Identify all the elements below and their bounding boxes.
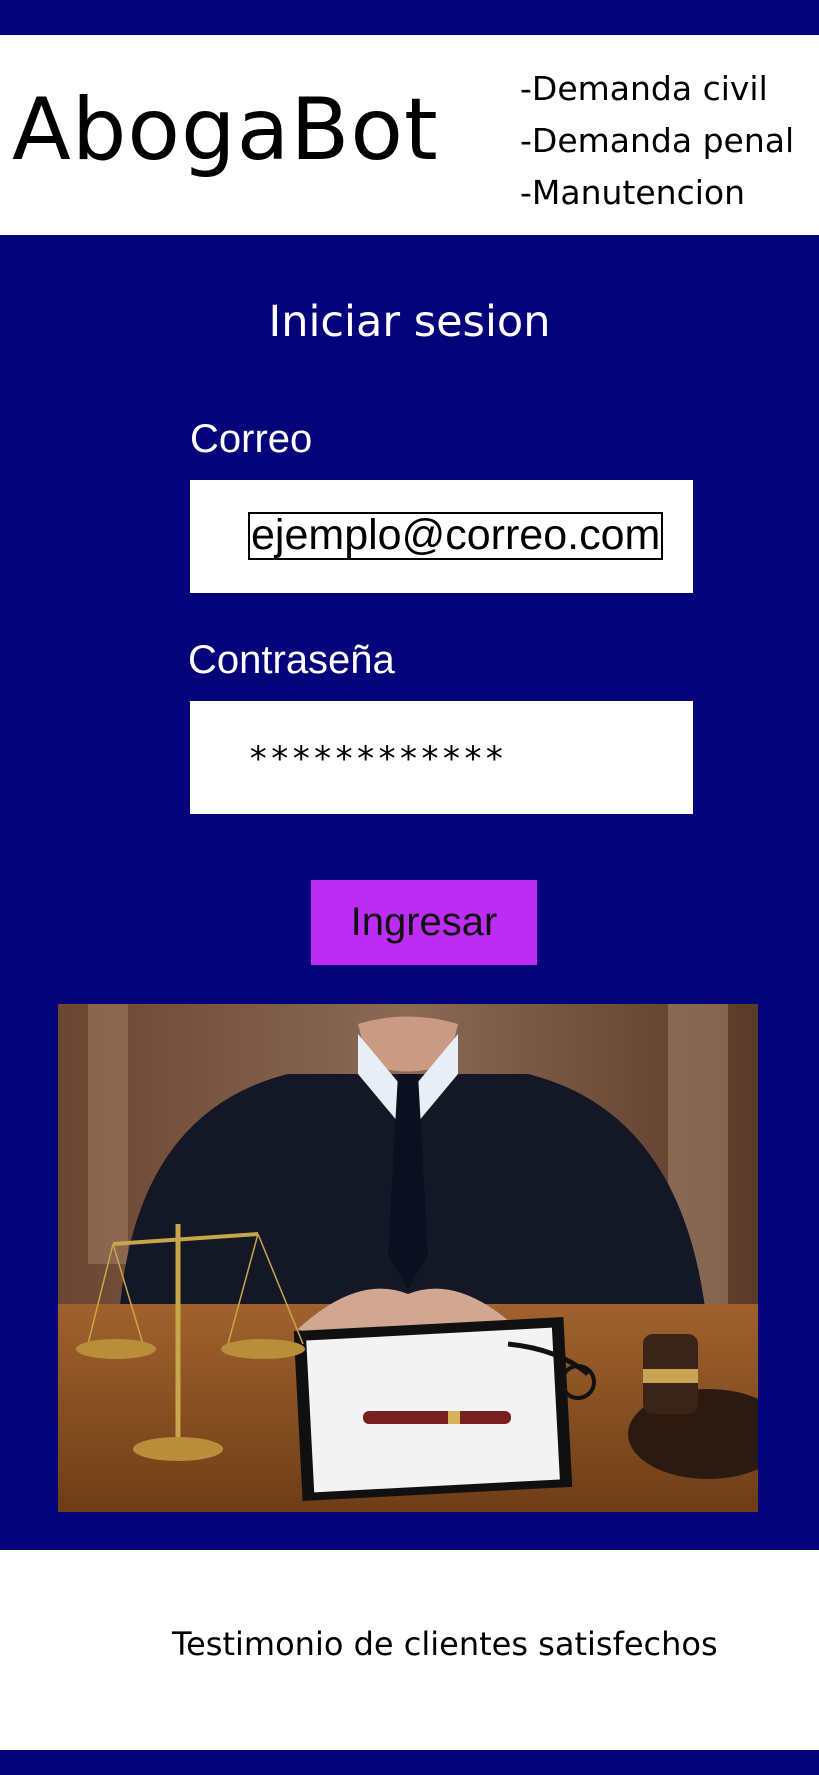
testimonials-heading[interactable]: Testimonio de clientes satisfechos: [172, 1625, 718, 1663]
password-label: Contraseña: [188, 638, 395, 682]
service-link-penal[interactable]: -Demanda penal: [520, 115, 794, 167]
email-value[interactable]: ejemplo@correo.com: [248, 512, 664, 560]
site-footer: Testimonio de clientes satisfechos: [0, 1550, 819, 1750]
service-link-manutencion[interactable]: -Manutencion: [520, 167, 794, 219]
bottom-strip: [0, 1750, 819, 1775]
login-section: Iniciar sesion Correo ejemplo@correo.com…: [0, 235, 819, 1550]
login-title: Iniciar sesion: [268, 297, 551, 347]
lawyer-photo: [58, 1004, 758, 1512]
email-label: Correo: [190, 417, 313, 461]
services-list: -Demanda civil -Demanda penal -Manutenci…: [520, 63, 794, 219]
password-field[interactable]: ************: [190, 701, 693, 814]
password-value[interactable]: ************: [248, 739, 506, 779]
top-strip: [0, 0, 819, 35]
site-header: AbogaBot -Demanda civil -Demanda penal -…: [0, 35, 819, 235]
login-button[interactable]: Ingresar: [311, 880, 537, 965]
service-link-civil[interactable]: -Demanda civil: [520, 63, 794, 115]
logo[interactable]: AbogaBot: [12, 87, 439, 173]
email-field[interactable]: ejemplo@correo.com: [190, 480, 693, 593]
